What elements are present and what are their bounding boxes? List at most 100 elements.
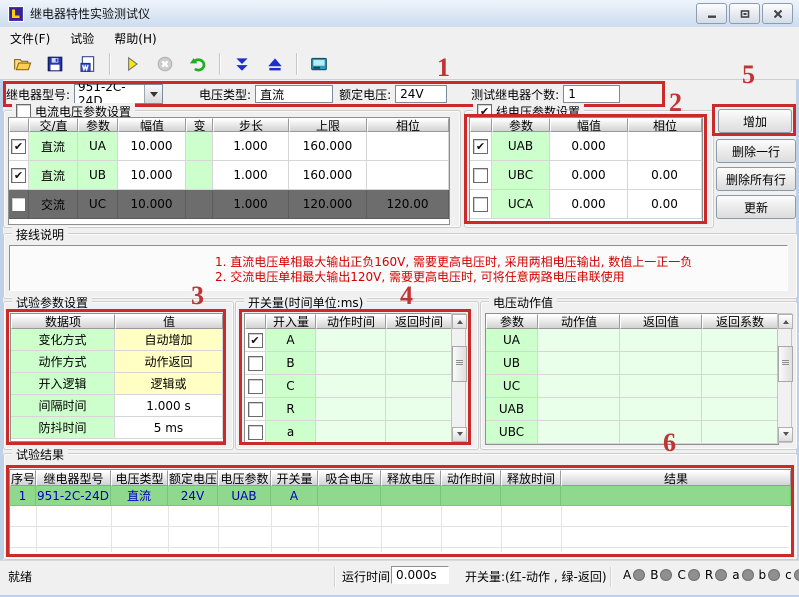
table-cell[interactable] — [186, 190, 213, 219]
menu-file[interactable]: 文件(F) — [0, 27, 60, 50]
table-cell[interactable]: UAB — [492, 132, 550, 161]
table-cell[interactable]: UA — [78, 132, 118, 161]
menu-test[interactable]: 试验 — [60, 27, 104, 50]
voltage-action-scrollbar[interactable] — [777, 313, 792, 443]
row-checkbox-cell: ✔ — [9, 161, 29, 190]
row-checkbox[interactable] — [248, 356, 263, 371]
row-checkbox[interactable]: ✔ — [11, 168, 26, 183]
table-cell[interactable]: 1.000 — [213, 132, 289, 161]
row-checkbox[interactable]: ✔ — [248, 333, 263, 348]
table-cell[interactable]: 160.000 — [289, 132, 367, 161]
table-cell[interactable] — [628, 132, 702, 161]
add-button[interactable]: 增加 — [718, 109, 792, 133]
result-row-cell[interactable]: 1 — [10, 486, 36, 506]
restore-icon — [740, 9, 750, 19]
delete-row-button[interactable]: 删除一行 — [716, 139, 796, 163]
rated-voltage-field[interactable]: 24V — [395, 85, 447, 103]
export-word-button[interactable] — [74, 51, 102, 77]
result-row-cell[interactable]: A — [271, 486, 318, 506]
header-cell: 返回系数 — [702, 314, 778, 329]
table-cell[interactable]: 10.000 — [118, 161, 186, 190]
result-row-cell[interactable]: 直流 — [111, 486, 168, 506]
device-monitor-icon — [310, 55, 328, 73]
table-cell[interactable]: UB — [78, 161, 118, 190]
result-row-cell[interactable]: 24V — [168, 486, 218, 506]
result-row-cell[interactable] — [501, 486, 561, 506]
table-cell[interactable]: 10.000 — [118, 132, 186, 161]
table-cell[interactable]: 1.000 s — [115, 395, 223, 417]
table-cell[interactable]: 0.000 — [550, 132, 628, 161]
table-cell[interactable]: 0.000 — [550, 161, 628, 190]
table-cell[interactable]: 逻辑或 — [115, 373, 223, 395]
download-params-button[interactable] — [228, 51, 256, 77]
table-cell[interactable]: 自动增加 — [115, 329, 223, 351]
scroll-down-button[interactable] — [452, 427, 467, 442]
relay-model-combo[interactable]: 951-2C-24D — [74, 84, 163, 104]
table-cell[interactable]: 0.00 — [628, 161, 702, 190]
menu-help[interactable]: 帮助(H) — [104, 27, 166, 50]
device-panel-button[interactable] — [305, 51, 333, 77]
row-checkbox[interactable] — [248, 379, 263, 394]
table-cell[interactable]: 1.000 — [213, 161, 289, 190]
result-row-cell[interactable] — [381, 486, 441, 506]
table-cell[interactable]: 5 ms — [115, 417, 223, 439]
relay-count-field[interactable]: 1 — [563, 85, 620, 103]
save-button[interactable] — [41, 51, 69, 77]
close-button[interactable] — [762, 3, 793, 24]
table-cell[interactable]: UBC — [492, 161, 550, 190]
table-cell[interactable]: 交流 — [29, 190, 78, 219]
scrollbar-thumb[interactable] — [778, 346, 793, 382]
table-cell[interactable]: 动作返回 — [115, 351, 223, 373]
minimize-button[interactable] — [696, 3, 727, 24]
undo-arrow-icon — [189, 55, 207, 73]
table-cell[interactable] — [367, 161, 449, 190]
row-checkbox[interactable] — [11, 197, 26, 212]
row-checkbox[interactable] — [248, 425, 263, 440]
row-checkbox[interactable]: ✔ — [473, 139, 488, 154]
result-row-cell[interactable] — [561, 486, 791, 506]
result-row-cell[interactable] — [441, 486, 501, 506]
table-cell[interactable] — [186, 161, 213, 190]
row-checkbox[interactable] — [248, 402, 263, 417]
result-row-cell[interactable]: UAB — [218, 486, 271, 506]
table-cell[interactable] — [367, 132, 449, 161]
table-cell[interactable]: 直流 — [29, 161, 78, 190]
annotation-digit-4: 4 — [400, 281, 413, 311]
table-cell — [702, 375, 778, 398]
scrollbar-thumb[interactable] — [452, 346, 467, 382]
table-cell[interactable]: 120.00 — [367, 190, 449, 219]
run-test-button[interactable] — [118, 51, 146, 77]
delete-all-rows-button[interactable]: 删除所有行 — [716, 167, 796, 191]
scroll-up-button[interactable] — [778, 314, 793, 329]
table-cell[interactable]: UC — [78, 190, 118, 219]
thumb-grip — [782, 360, 789, 361]
reset-button[interactable] — [184, 51, 212, 77]
combo-dropdown-button[interactable] — [144, 85, 162, 103]
table-cell[interactable]: 直流 — [29, 132, 78, 161]
row-checkbox[interactable]: ✔ — [11, 139, 26, 154]
row-checkbox[interactable] — [473, 197, 488, 212]
table-cell[interactable]: 160.000 — [289, 161, 367, 190]
switches-scrollbar[interactable] — [451, 313, 466, 443]
scroll-up-button[interactable] — [452, 314, 467, 329]
stop-test-button[interactable] — [151, 51, 179, 77]
result-row-cell[interactable]: 951-2C-24D — [36, 486, 111, 506]
table-cell: C — [266, 375, 316, 398]
table-cell[interactable]: UCA — [492, 190, 550, 219]
table-cell[interactable]: 120.000 — [289, 190, 367, 219]
open-file-button[interactable] — [8, 51, 36, 77]
row-checkbox[interactable] — [473, 168, 488, 183]
update-button[interactable]: 更新 — [716, 195, 796, 219]
result-row-cell[interactable] — [318, 486, 381, 506]
header-cell: 参数 — [78, 118, 118, 132]
table-cell[interactable]: 1.000 — [213, 190, 289, 219]
voltage-type-field[interactable]: 直流 — [255, 85, 333, 103]
upload-params-button[interactable] — [261, 51, 289, 77]
table-cell[interactable]: 0.00 — [628, 190, 702, 219]
table-cell[interactable]: 10.000 — [118, 190, 186, 219]
table-cell[interactable] — [186, 132, 213, 161]
scroll-down-button[interactable] — [778, 427, 793, 442]
table-cell[interactable]: 0.000 — [550, 190, 628, 219]
restore-button[interactable] — [729, 3, 760, 24]
row-checkbox-cell — [245, 375, 266, 398]
